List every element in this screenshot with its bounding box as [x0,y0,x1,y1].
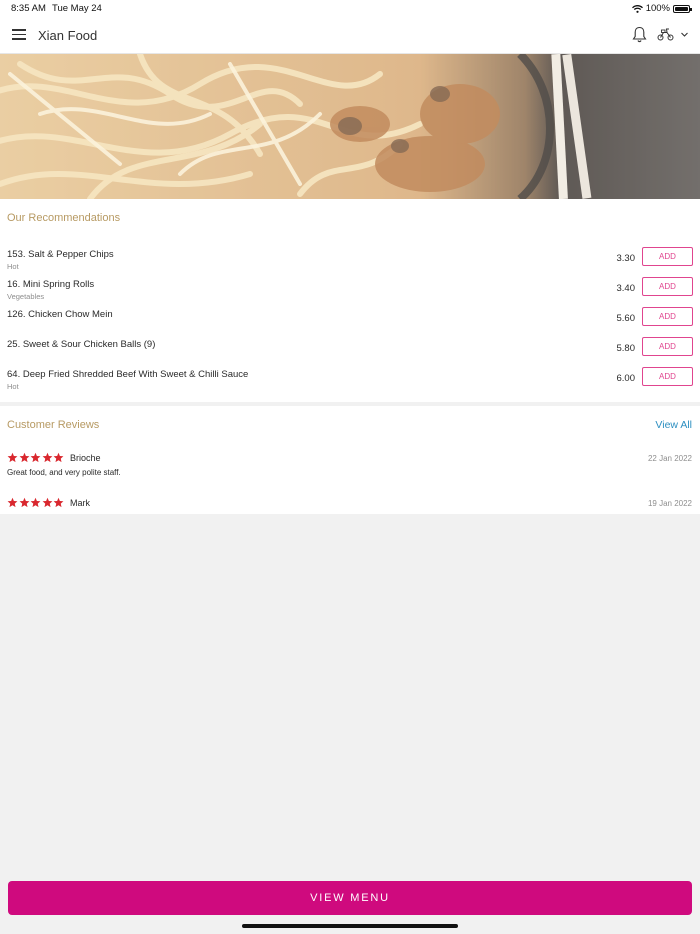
add-button[interactable]: ADD [642,337,693,356]
list-item[interactable]: 25. Sweet & Sour Chicken Balls (9) 5.80 … [0,337,700,367]
moped-icon[interactable] [657,27,674,41]
star-icon [42,452,52,463]
status-right: 100% [631,3,692,14]
bell-icon[interactable] [632,26,647,43]
item-price: 3.30 [616,253,636,264]
home-indicator[interactable] [242,924,458,928]
page-title: Xian Food [38,28,98,43]
review-date: 19 Jan 2022 [647,499,692,508]
add-button[interactable]: ADD [642,247,693,266]
chevron-down-icon[interactable] [680,30,689,39]
item-name: 64. Deep Fried Shredded Beef With Sweet … [7,369,249,380]
star-icon [19,452,29,463]
recommendations-title: Our Recommendations [7,212,121,224]
star-icon [7,452,18,463]
item-price: 5.80 [616,343,636,354]
battery-icon [673,4,692,13]
review-text: Great food, and very polite staff. [7,468,121,477]
reviewer-name: Mark [70,498,90,508]
item-name: 16. Mini Spring Rolls [7,279,95,290]
view-menu-button[interactable]: VIEW MENU [8,881,692,915]
reviewer-name: Brioche [70,453,101,463]
recommendations-section: Our Recommendations 153. Salt & Pepper C… [0,199,700,402]
item-name: 126. Chicken Chow Mein [7,309,113,320]
item-category: Hot [7,262,19,271]
item-name: 153. Salt & Pepper Chips [7,249,114,260]
item-price: 5.60 [616,313,636,324]
status-time: 8:35 AM [11,3,46,14]
noodles-image [0,54,700,199]
nav-bar: Xian Food [0,16,700,54]
battery-percent: 100% [645,3,670,14]
list-item[interactable]: 64. Deep Fried Shredded Beef With Sweet … [0,367,700,397]
star-rating [7,497,64,508]
item-name: 25. Sweet & Sour Chicken Balls (9) [7,339,156,350]
add-button[interactable]: ADD [642,277,693,296]
reviews-section: Customer Reviews View All Brioche 22 Jan… [0,406,700,514]
item-price: 3.40 [616,283,636,294]
list-item[interactable]: 153. Salt & Pepper Chips Hot 3.30 ADD [0,247,700,277]
review-date: 22 Jan 2022 [647,454,692,463]
hero-image [0,54,700,199]
star-icon [7,497,18,508]
star-icon [30,497,41,508]
add-button[interactable]: ADD [642,307,693,326]
star-icon [53,452,64,463]
wifi-icon [631,4,643,13]
item-category: Hot [7,382,19,391]
add-button[interactable]: ADD [642,367,693,386]
star-icon [53,497,64,508]
star-icon [30,452,41,463]
list-item[interactable]: 126. Chicken Chow Mein 5.60 ADD [0,307,700,337]
status-bar: 8:35 AM Tue May 24 100% [0,0,700,16]
list-item[interactable]: 16. Mini Spring Rolls Vegetables 3.40 AD… [0,277,700,307]
hamburger-menu-icon[interactable] [12,29,26,40]
item-price: 6.00 [616,373,636,384]
item-category: Vegetables [7,292,45,301]
star-icon [19,497,29,508]
reviews-title: Customer Reviews [7,419,100,431]
star-rating [7,452,64,463]
view-all-link[interactable]: View All [655,419,692,431]
status-date: Tue May 24 [52,3,102,14]
star-icon [42,497,52,508]
